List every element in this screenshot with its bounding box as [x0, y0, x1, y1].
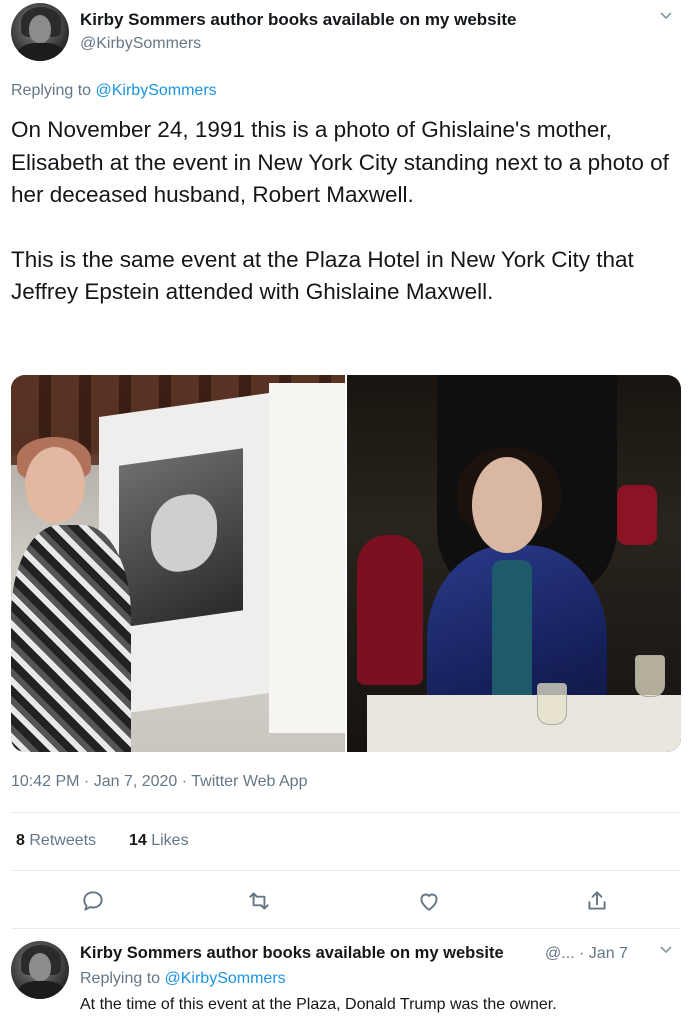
photo-ghislaine-maxwell[interactable] [347, 375, 681, 752]
retweet-icon[interactable] [246, 888, 272, 914]
replying-to-label: Replying to [11, 82, 92, 99]
chevron-down-icon[interactable] [658, 8, 674, 24]
replying-to-label: Replying to [80, 970, 161, 987]
reply-author-display-name[interactable]: Kirby Sommers author books available on … [80, 944, 504, 963]
author-handle[interactable]: @KirbySommers [80, 35, 201, 53]
tweet-stats: 8 Retweets 14 Likes [16, 832, 189, 850]
replying-to-line: Replying to @KirbySommers [11, 82, 217, 100]
retweets-count: 8 [16, 832, 25, 849]
reply-icon[interactable] [80, 888, 106, 914]
reply-handle-date[interactable]: @... · Jan 7 [545, 945, 628, 963]
retweets-stat[interactable]: 8 Retweets [16, 832, 96, 849]
replying-to-mention[interactable]: @KirbySommers [96, 82, 217, 99]
tweet-body: On November 24, 1991 this is a photo of … [11, 114, 683, 341]
likes-label: Likes [151, 832, 189, 849]
divider [11, 812, 681, 813]
tweet-actions [0, 884, 692, 918]
chevron-down-icon[interactable] [658, 942, 674, 958]
reply-tweet[interactable]: Kirby Sommers author books available on … [0, 930, 692, 1024]
avatar[interactable] [11, 3, 69, 61]
divider [11, 870, 681, 871]
tweet-header: Kirby Sommers author books available on … [0, 0, 692, 70]
tweet-media [11, 375, 681, 752]
author-display-name[interactable]: Kirby Sommers author books available on … [80, 10, 516, 30]
like-icon[interactable] [416, 888, 442, 914]
tweet-paragraph: This is the same event at the Plaza Hote… [11, 246, 634, 305]
reply-replying-to-line: Replying to @KirbySommers [80, 970, 286, 988]
share-icon[interactable] [584, 888, 610, 914]
retweets-label: Retweets [29, 832, 97, 849]
likes-count: 14 [128, 832, 147, 849]
likes-stat[interactable]: 14 Likes [129, 832, 189, 849]
tweet-timestamp[interactable]: 10:42 PM · Jan 7, 2020 · Twitter Web App [11, 773, 307, 791]
replying-to-mention[interactable]: @KirbySommers [165, 970, 286, 987]
avatar[interactable] [11, 941, 69, 999]
divider [11, 928, 681, 929]
photo-elisabeth-maxwell[interactable] [11, 375, 345, 752]
tweet-paragraph: On November 24, 1991 this is a photo of … [11, 117, 669, 207]
reply-text: At the time of this event at the Plaza, … [80, 996, 557, 1013]
